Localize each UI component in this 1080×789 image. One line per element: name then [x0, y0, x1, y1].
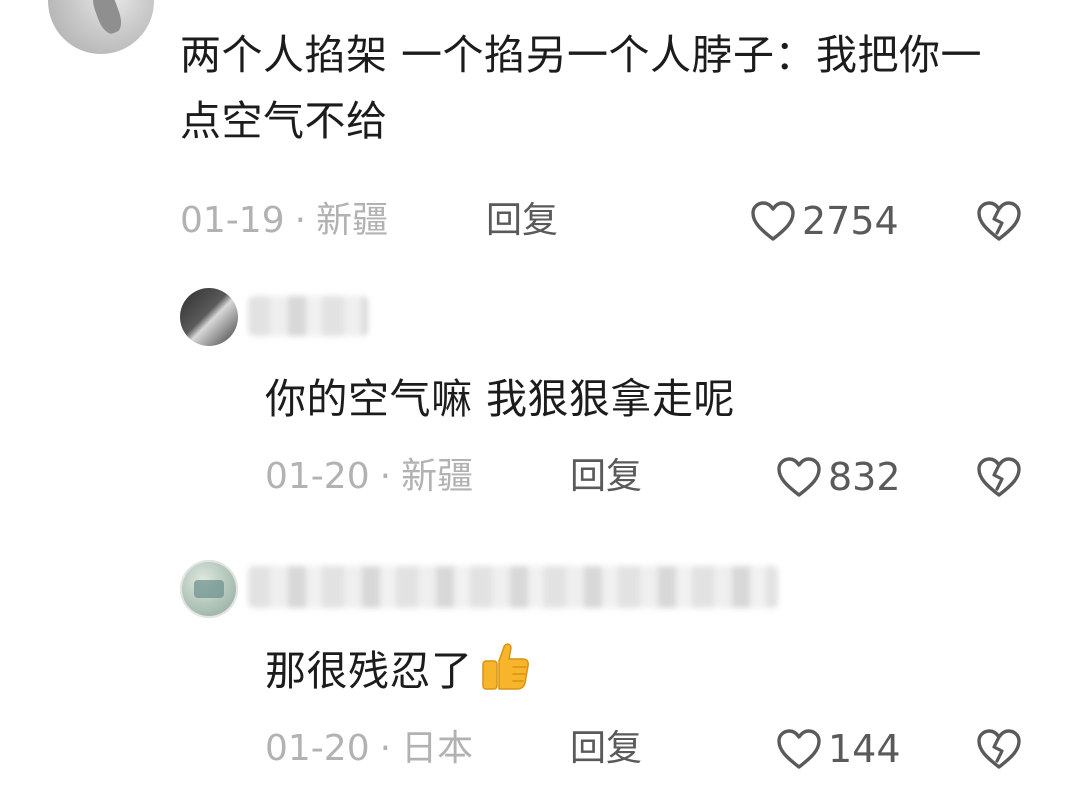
- meta-separator: ·: [379, 728, 392, 769]
- reply-button[interactable]: 回复: [570, 724, 642, 774]
- like-button[interactable]: 144: [776, 724, 901, 774]
- like-count: 832: [828, 455, 901, 499]
- username-blurred[interactable]: [248, 566, 778, 608]
- thumbs-up-emoji: [481, 643, 529, 690]
- comment-meta: 01-20 · 日本: [265, 724, 473, 774]
- heart-outline-icon: [777, 457, 821, 497]
- broken-heart-icon: [977, 729, 1021, 769]
- heart-outline-icon: [777, 729, 821, 769]
- meta-separator: ·: [379, 456, 392, 497]
- reply-button[interactable]: 回复: [486, 196, 558, 246]
- like-button[interactable]: 2754: [750, 196, 899, 246]
- avatar[interactable]: [180, 560, 238, 618]
- broken-heart-icon: [977, 201, 1021, 241]
- comment-location: 日本: [401, 728, 474, 769]
- comment-date: 01-19: [180, 200, 285, 241]
- reply-button[interactable]: 回复: [570, 452, 642, 502]
- comment-location: 新疆: [316, 200, 389, 241]
- username-blurred[interactable]: [248, 296, 368, 336]
- avatar[interactable]: [48, 0, 154, 54]
- comment-location: 新疆: [401, 456, 474, 497]
- comment-date: 01-20: [265, 456, 370, 497]
- dislike-button[interactable]: [974, 196, 1024, 246]
- comment-meta: 01-19 · 新疆: [180, 196, 388, 246]
- like-count: 2754: [802, 199, 899, 243]
- broken-heart-icon: [977, 457, 1021, 497]
- heart-outline-icon: [751, 201, 795, 241]
- comment-date: 01-20: [265, 728, 370, 769]
- comment-text: 两个人掐架 一个掐另一个人脖子：我把你一点空气不给: [180, 31, 983, 145]
- comment-text-row: 那很残忍了: [265, 638, 1025, 704]
- comment-text: 那很残忍了: [265, 647, 473, 695]
- comment-meta: 01-20 · 新疆: [265, 452, 473, 502]
- comment-text: 你的空气嘛 我狠狠拿走呢: [265, 375, 736, 423]
- meta-separator: ·: [294, 200, 307, 241]
- avatar[interactable]: [180, 288, 238, 346]
- like-button[interactable]: 832: [776, 452, 901, 502]
- dislike-button[interactable]: [974, 724, 1024, 774]
- dislike-button[interactable]: [974, 452, 1024, 502]
- like-count: 144: [828, 727, 901, 771]
